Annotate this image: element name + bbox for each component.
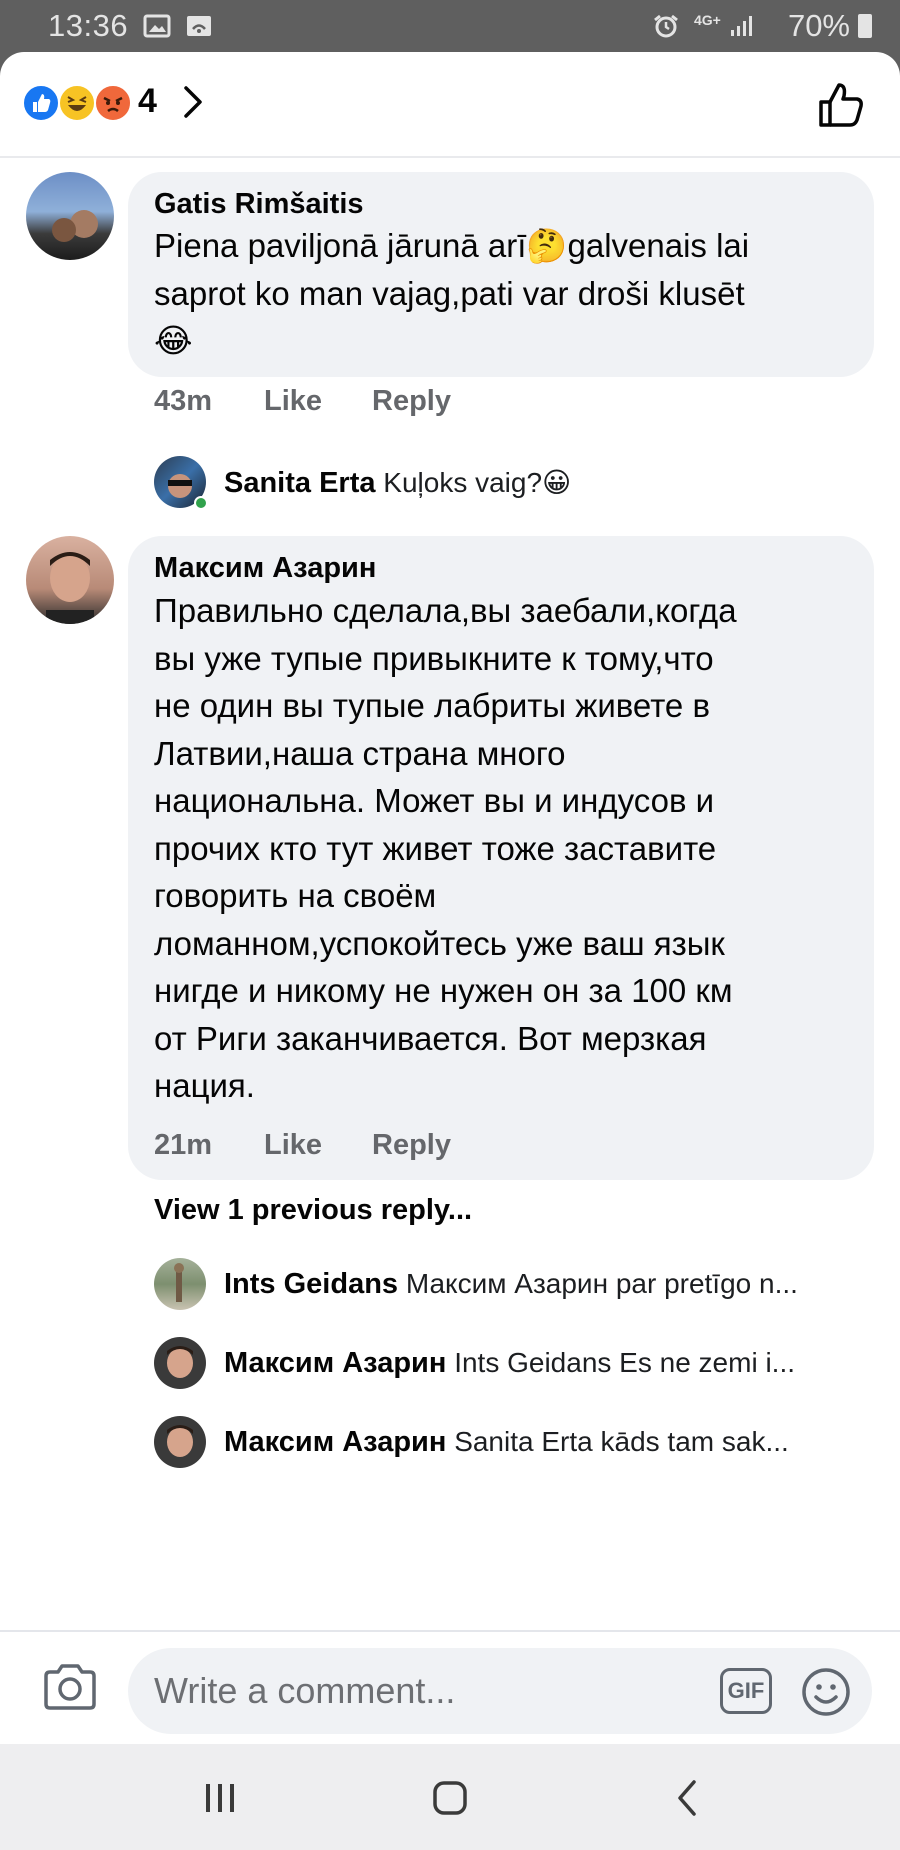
reply-row[interactable]: Ints Geidans Максим Азарин par pretīgo n…: [152, 1256, 872, 1312]
view-previous-replies-link[interactable]: View 1 previous reply...: [154, 1194, 472, 1227]
comments-sheet: 4 Gatis Rimšaitis Piena paviljonā jārunā…: [0, 52, 900, 1744]
reply-avatar[interactable]: [154, 1416, 206, 1468]
home-icon[interactable]: [430, 1778, 470, 1818]
status-bar: 13:36 4G+ 70%: [0, 0, 900, 52]
back-icon[interactable]: [668, 1778, 708, 1818]
comment-like-button[interactable]: Like: [264, 1129, 322, 1162]
reply-row[interactable]: Максим Азарин Ints Geidans Es ne zemi i.…: [152, 1335, 872, 1391]
reply-text: Максим Азарин Sanita Erta kāds tam sak..…: [224, 1426, 872, 1459]
comment-like-button[interactable]: Like: [264, 385, 322, 418]
chevron-right-icon[interactable]: [180, 82, 206, 122]
avatar[interactable]: [26, 172, 114, 260]
battery-icon: [858, 14, 872, 38]
reply-text: Sanita Erta Kuļoks vaig?😀: [224, 466, 872, 500]
reply-snippet: Kuļoks vaig?😀: [383, 467, 572, 498]
comment-composer: GIF: [0, 1630, 900, 1744]
emoji-picker-icon[interactable]: [800, 1666, 852, 1718]
reply-snippet: Ints Geidans Es ne zemi i...: [454, 1347, 795, 1378]
comment-time: 43m: [154, 385, 213, 417]
reply-author[interactable]: Ints Geidans: [224, 1268, 398, 1300]
reply-snippet: Максим Азарин par pretīgo n...: [405, 1268, 798, 1299]
reply-text: Ints Geidans Максим Азарин par pretīgo n…: [224, 1268, 872, 1301]
comment-text: Piena paviljonā jārunā arī🤔galvenais lai…: [154, 227, 750, 359]
online-status-dot: [194, 496, 208, 510]
comment-author[interactable]: Gatis Rimšaitis: [154, 188, 364, 221]
reply-snippet: Sanita Erta kāds tam sak...: [454, 1426, 789, 1457]
reply-author[interactable]: Максим Азарин: [224, 1347, 446, 1379]
comment-text: Правильно сделала,вы заебали,когда вы уж…: [154, 592, 737, 1104]
wifi-calling-icon: [187, 16, 211, 36]
reaction-header: 4: [0, 52, 900, 158]
alarm-icon: [654, 14, 678, 38]
avatar[interactable]: [26, 536, 114, 624]
like-post-button[interactable]: [816, 80, 866, 130]
angry-reaction-icon[interactable]: [94, 84, 132, 122]
reply-author[interactable]: Sanita Erta: [224, 467, 376, 499]
recent-apps-icon[interactable]: [200, 1778, 240, 1818]
camera-icon[interactable]: [42, 1662, 98, 1712]
comment-time: 21m: [154, 1129, 213, 1161]
gif-label: GIF: [727, 1678, 765, 1703]
reaction-count[interactable]: 4: [138, 82, 157, 121]
reply-avatar[interactable]: [154, 1258, 206, 1310]
status-time: 13:36: [48, 8, 129, 43]
comment-reply-button[interactable]: Reply: [372, 385, 451, 418]
android-nav-bar: [0, 1744, 900, 1850]
reply-avatar[interactable]: [154, 1337, 206, 1389]
battery-percent: 70%: [787, 8, 850, 43]
haha-reaction-icon[interactable]: [58, 84, 96, 122]
reply-row[interactable]: Sanita Erta Kuļoks vaig?😀: [152, 454, 872, 510]
network-type: 4G+: [694, 12, 721, 28]
gif-button[interactable]: GIF: [720, 1668, 772, 1714]
like-reaction-icon[interactable]: [22, 84, 60, 122]
image-icon: [143, 14, 171, 38]
comment-author[interactable]: Максим Азарин: [154, 552, 376, 585]
reply-text: Максим Азарин Ints Geidans Es ne zemi i.…: [224, 1347, 872, 1380]
reply-author[interactable]: Максим Азарин: [224, 1426, 446, 1458]
comment-reply-button[interactable]: Reply: [372, 1129, 451, 1162]
reply-row[interactable]: Максим Азарин Sanita Erta kāds tam sak..…: [152, 1414, 872, 1470]
signal-icon: [731, 16, 752, 36]
